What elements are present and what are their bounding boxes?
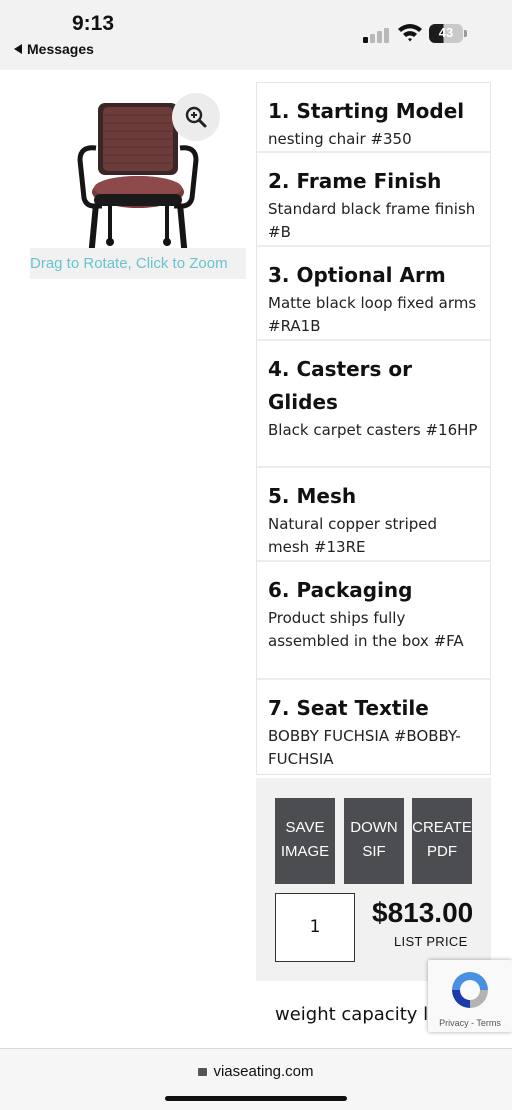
status-bar: 9:13 Messages 43	[0, 0, 512, 70]
option-title: 5. Mesh	[268, 484, 357, 508]
lock-icon	[198, 1068, 208, 1076]
price-value: $813.00	[372, 897, 474, 928]
download-sif-button[interactable]: DOWN SIF	[344, 798, 404, 884]
url-text: viaseating.com	[213, 1063, 314, 1080]
option-optional-arm[interactable]: 3. Optional Arm Matte black loop fixed a…	[257, 247, 490, 341]
option-value: Product ships fully assembled in the box…	[268, 609, 464, 650]
recaptcha-terms[interactable]: Privacy - Terms	[428, 1018, 512, 1028]
wifi-icon	[398, 24, 422, 42]
option-value: Black carpet casters #16HP	[268, 421, 478, 439]
option-frame-finish[interactable]: 2. Frame Finish Standard black frame fin…	[257, 153, 490, 247]
option-value: Standard black frame finish #B	[268, 200, 476, 241]
list-price-label: LIST PRICE	[394, 934, 468, 949]
create-pdf-button[interactable]: CREATE PDF	[412, 798, 472, 884]
battery-percent: 43	[438, 25, 454, 40]
option-starting-model[interactable]: 1. Starting Model nesting chair #350	[257, 83, 490, 153]
option-value: nesting chair #350	[268, 130, 412, 148]
weight-capacity-text: weight capacity lb	[275, 1004, 440, 1025]
option-value: Natural copper striped mesh #13RE	[268, 515, 438, 556]
status-time: 9:13	[72, 12, 115, 35]
option-packaging[interactable]: 6. Packaging Product ships fully assembl…	[257, 562, 490, 680]
back-label: Messages	[27, 41, 94, 57]
option-title: 1. Starting Model	[268, 99, 465, 123]
option-title: 4. Casters or Glides	[268, 357, 413, 414]
option-value: BOBBY FUCHSIA #BOBBY-FUCHSIA	[268, 727, 461, 768]
save-image-button[interactable]: SAVE IMAGE	[275, 798, 335, 884]
cellular-signal-icon	[363, 25, 391, 43]
option-seat-textile[interactable]: 7. Seat Textile BOBBY FUCHSIA #BOBBY-FUC…	[257, 680, 490, 774]
recaptcha-icon	[452, 972, 488, 1008]
rotate-zoom-hint: Drag to Rotate, Click to Zoom	[30, 248, 246, 279]
quantity-input[interactable]: 1	[275, 893, 355, 962]
battery-icon: 43	[429, 24, 467, 43]
purchase-actions: SAVE IMAGE DOWN SIF CREATE PDF 1 $813.00…	[256, 778, 491, 981]
option-title: 2. Frame Finish	[268, 169, 442, 193]
zoom-in-icon	[185, 106, 207, 128]
option-value: Matte black loop fixed arms #RA1B	[268, 294, 477, 335]
option-mesh[interactable]: 5. Mesh Natural copper striped mesh #13R…	[257, 468, 490, 562]
option-title: 7. Seat Textile	[268, 696, 429, 720]
back-to-messages-link[interactable]: Messages	[14, 41, 94, 57]
option-title: 6. Packaging	[268, 578, 413, 602]
option-casters-or-glides[interactable]: 4. Casters or Glides Black carpet caster…	[257, 341, 490, 468]
zoom-button[interactable]	[172, 93, 220, 141]
home-indicator[interactable]	[165, 1096, 347, 1101]
configuration-options: 1. Starting Model nesting chair #350 2. …	[256, 82, 491, 775]
back-arrow-icon	[14, 44, 22, 54]
option-title: 3. Optional Arm	[268, 263, 446, 287]
recaptcha-badge[interactable]: Privacy - Terms	[428, 960, 512, 1032]
